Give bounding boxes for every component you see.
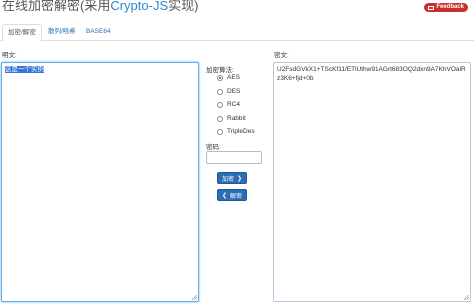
title-suffix: 实现) xyxy=(168,0,199,13)
chevron-left-icon: ❮ xyxy=(221,192,227,199)
radio-label: DES xyxy=(227,88,241,95)
tab-hash[interactable]: 散列/哈希 xyxy=(43,24,81,41)
ciphertext-input[interactable]: U2FsdGVkX1+TScKf11/ETlUthw91AGrt683OQ2dx… xyxy=(273,62,471,302)
resize-handle-icon[interactable] xyxy=(464,295,469,300)
radio-button[interactable] xyxy=(217,101,223,108)
radio-label: Rabbit xyxy=(227,115,246,122)
radio-label: RC4 xyxy=(227,101,241,108)
radio-button[interactable] xyxy=(217,115,223,122)
radio-des[interactable]: DES xyxy=(217,88,240,95)
tab-label: BASE64 xyxy=(86,28,111,35)
radio-tripledes[interactable]: TripleDes xyxy=(217,128,255,135)
radio-label: TripleDes xyxy=(227,128,255,135)
password-input[interactable] xyxy=(206,151,262,164)
ciphertext-value: U2FsdGVkX1+TScKf11/ETlUthw91AGrt683OQ2dx… xyxy=(277,66,466,82)
radio-button[interactable] xyxy=(217,74,223,81)
mail-icon xyxy=(428,5,435,10)
encrypt-button[interactable]: 加密 ❯ xyxy=(217,172,247,184)
radio-rabbit[interactable]: Rabbit xyxy=(217,115,246,122)
radio-button[interactable] xyxy=(217,128,223,135)
radio-rc4[interactable]: RC4 xyxy=(217,101,240,108)
ciphertext-label: 密文: xyxy=(274,52,289,59)
tab-encrypt-decrypt[interactable]: 加密/解密 xyxy=(2,24,42,42)
page-title: 在线加密解密(采用Crypto-JS实现) xyxy=(2,0,198,14)
chevron-right-icon: ❯ xyxy=(236,175,243,182)
decrypt-button[interactable]: ❮ 解密 xyxy=(217,189,247,201)
tab-label: 加密/解密 xyxy=(8,29,36,36)
plaintext-label: 明文: xyxy=(2,52,17,59)
decrypt-label: 解密 xyxy=(230,193,243,200)
plaintext-input[interactable]: 这是一个实例 xyxy=(1,62,199,302)
plaintext-value: 这是一个实例 xyxy=(5,66,44,73)
algorithm-label: 加密算法: xyxy=(206,67,234,74)
password-label: 密码: xyxy=(206,144,221,151)
title-prefix: 在线加密解密(采用 xyxy=(2,0,111,13)
feedback-label: Feedback xyxy=(436,4,464,10)
radio-button[interactable] xyxy=(217,88,223,95)
tab-base64[interactable]: BASE64 xyxy=(81,24,116,41)
tab-bar: 加密/解密 散列/哈希 BASE64 xyxy=(0,24,474,42)
radio-aes[interactable]: AES xyxy=(217,74,240,81)
resize-handle-icon[interactable] xyxy=(192,295,197,300)
tab-label: 散列/哈希 xyxy=(48,28,76,35)
encrypt-label: 加密 xyxy=(221,176,234,183)
feedback-button[interactable]: Feedback xyxy=(424,3,468,12)
radio-label: AES xyxy=(227,74,241,81)
title-brand: Crypto-JS xyxy=(110,0,169,13)
